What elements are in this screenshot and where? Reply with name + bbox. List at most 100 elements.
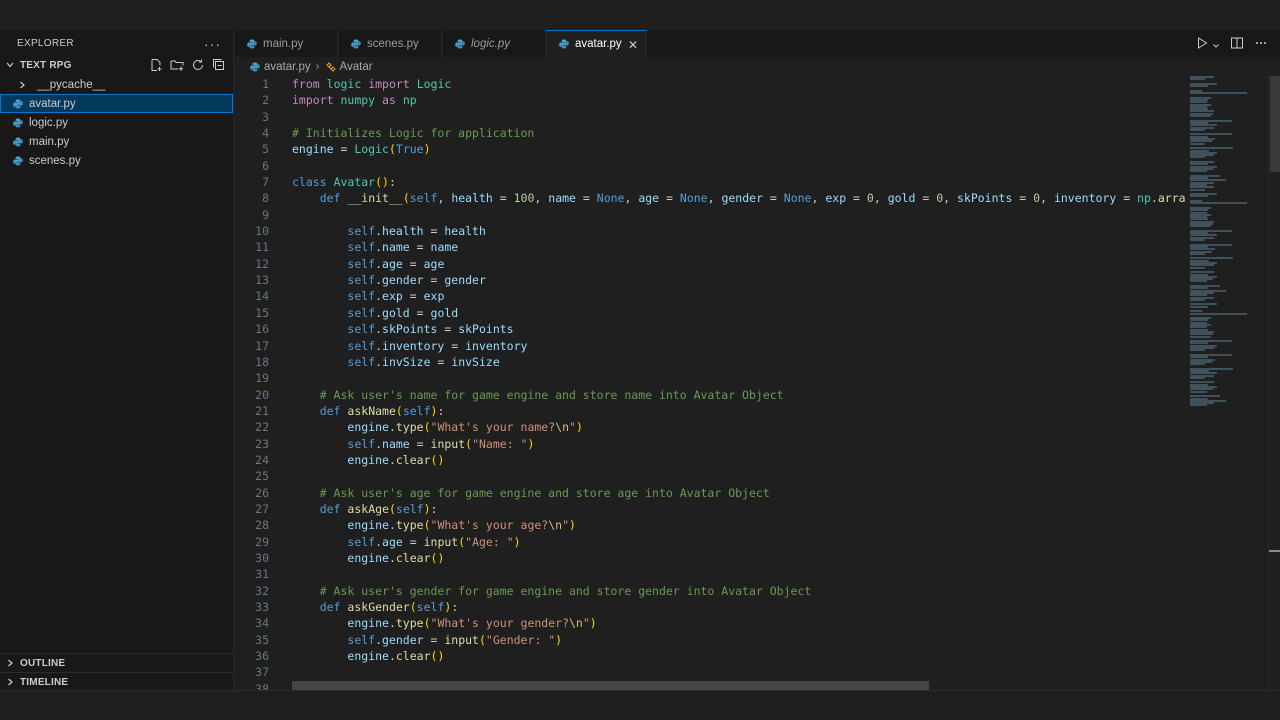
code-line[interactable]: [292, 468, 1187, 484]
new-folder-icon[interactable]: [169, 57, 185, 73]
breadcrumb-file[interactable]: avatar.py: [264, 61, 311, 73]
code-line[interactable]: class Avatar():: [292, 174, 1187, 190]
vertical-scrollbar[interactable]: [1268, 76, 1280, 690]
minimap-line: [1190, 239, 1205, 242]
code-line[interactable]: # Ask user's name for game engine and st…: [292, 387, 1187, 403]
project-section-header[interactable]: TEXT RPG: [0, 55, 233, 75]
breadcrumb-separator: ›: [315, 61, 320, 73]
line-number: 34: [255, 616, 269, 631]
line-number: 13: [255, 273, 269, 288]
python-file-icon: [247, 39, 257, 49]
code-line[interactable]: def __init__(self, health = 100, name = …: [292, 190, 1187, 206]
code-line[interactable]: self.health = health: [292, 223, 1187, 239]
code-line[interactable]: [292, 207, 1187, 223]
tab-logic[interactable]: logic.py: [442, 30, 546, 57]
refresh-icon[interactable]: [190, 57, 206, 73]
code-line[interactable]: engine = Logic(True): [292, 141, 1187, 157]
chevron-down-icon[interactable]: [1212, 37, 1220, 55]
code-line[interactable]: [292, 664, 1187, 680]
code-line[interactable]: def askName(self):: [292, 403, 1187, 419]
code-line[interactable]: def askGender(self):: [292, 599, 1187, 615]
tree-file-avatar[interactable]: avatar.py: [0, 94, 233, 113]
code-line[interactable]: self.name = input("Name: "): [292, 436, 1187, 452]
code-line[interactable]: # Ask user's gender for game engine and …: [292, 583, 1187, 599]
line-number: 1: [262, 77, 269, 91]
more-actions-icon[interactable]: [1254, 36, 1268, 55]
tab-avatar[interactable]: avatar.py ✕: [546, 30, 647, 57]
editor-actions: [1195, 36, 1268, 55]
code-line[interactable]: engine.clear(): [292, 550, 1187, 566]
more-actions-icon[interactable]: ···: [204, 36, 221, 52]
outline-section-header[interactable]: OUTLINE: [0, 653, 234, 672]
minimap[interactable]: [1186, 76, 1268, 690]
tab-main[interactable]: main.py: [234, 30, 338, 57]
code-line[interactable]: # Initializes Logic for application: [292, 125, 1187, 141]
line-number: 21: [255, 403, 269, 418]
line-number: 23: [255, 436, 269, 451]
code-line[interactable]: self.gender = input("Gender: "): [292, 632, 1187, 648]
minimap-line: [1190, 202, 1247, 205]
code-line[interactable]: from logic import Logic: [292, 76, 1187, 92]
code-line[interactable]: self.gold = gold: [292, 305, 1187, 321]
line-number: 7: [262, 175, 269, 190]
run-icon[interactable]: [1195, 36, 1209, 55]
code-line[interactable]: engine.type("What's your gender?\n"): [292, 615, 1187, 631]
tab-scenes[interactable]: scenes.py: [338, 30, 442, 57]
code-line[interactable]: self.invSize = invSize: [292, 354, 1187, 370]
python-file-icon: [10, 156, 26, 166]
line-number: 31: [255, 567, 269, 582]
breadcrumb-symbol[interactable]: Avatar: [340, 61, 373, 73]
line-number: 29: [255, 534, 269, 549]
tree-file-logic[interactable]: logic.py: [0, 113, 233, 132]
code-line[interactable]: self.inventory = inventory: [292, 338, 1187, 354]
code-line[interactable]: engine.type("What's your name?\n"): [292, 419, 1187, 435]
code-line[interactable]: engine.type("What's your age?\n"): [292, 517, 1187, 533]
split-editor-icon[interactable]: [1230, 36, 1244, 55]
tree-file-scenes[interactable]: scenes.py: [0, 151, 233, 170]
code-line[interactable]: self.name = name: [292, 239, 1187, 255]
tree-folder-pycache[interactable]: __pycache__: [0, 75, 233, 94]
line-number: 17: [255, 338, 269, 353]
code-content[interactable]: from logic import Logic import numpy as n…: [292, 76, 1187, 690]
python-file-icon: [10, 118, 26, 128]
line-number: 26: [255, 485, 269, 500]
code-line[interactable]: self.exp = exp: [292, 288, 1187, 304]
python-file-icon: [250, 62, 260, 72]
collapse-all-icon[interactable]: [211, 57, 227, 73]
line-number: 9: [262, 207, 269, 222]
explorer-header: EXPLORER ···: [0, 30, 233, 57]
code-line[interactable]: [292, 566, 1187, 582]
code-line[interactable]: engine.clear(): [292, 452, 1187, 468]
code-line[interactable]: self.skPoints = skPoints: [292, 321, 1187, 337]
code-line[interactable]: import numpy as np: [292, 92, 1187, 108]
code-line[interactable]: [292, 158, 1187, 174]
timeline-label: TIMELINE: [20, 676, 69, 688]
code-line[interactable]: self.age = input("Age: "): [292, 534, 1187, 550]
close-icon[interactable]: ✕: [628, 38, 638, 52]
tree-item-label: avatar.py: [29, 97, 76, 110]
new-file-icon[interactable]: [148, 57, 164, 73]
code-line[interactable]: engine.clear(): [292, 648, 1187, 664]
line-number: 2: [262, 93, 269, 108]
scrollbar-marker: [1269, 550, 1280, 552]
minimap-line: [1190, 305, 1208, 308]
minimap-line: [1190, 363, 1205, 366]
minimap-line: [1190, 266, 1205, 269]
scrollbar-thumb[interactable]: [1270, 76, 1280, 172]
code-line[interactable]: self.age = age: [292, 256, 1187, 272]
horizontal-scrollbar[interactable]: [292, 681, 929, 690]
code-editor[interactable]: 1 2 3 4 5 6 7 8 9 10 11 12 13 14 15 16 17 18 19 20 21 22 23 24 2…: [234, 76, 1268, 690]
line-number: 33: [255, 600, 269, 614]
code-line[interactable]: self.gender = gender: [292, 272, 1187, 288]
chevron-right-icon: [4, 657, 16, 669]
minimap-line: [1190, 170, 1207, 173]
line-number: 18: [255, 354, 269, 369]
timeline-section-header[interactable]: TIMELINE: [0, 672, 234, 691]
code-line[interactable]: [292, 370, 1187, 386]
code-line[interactable]: [292, 109, 1187, 125]
line-number: 36: [255, 649, 269, 664]
code-line[interactable]: def askAge(self):: [292, 501, 1187, 517]
line-number: 12: [255, 256, 269, 271]
tree-file-main[interactable]: main.py: [0, 132, 233, 151]
code-line[interactable]: # Ask user's age for game engine and sto…: [292, 485, 1187, 501]
